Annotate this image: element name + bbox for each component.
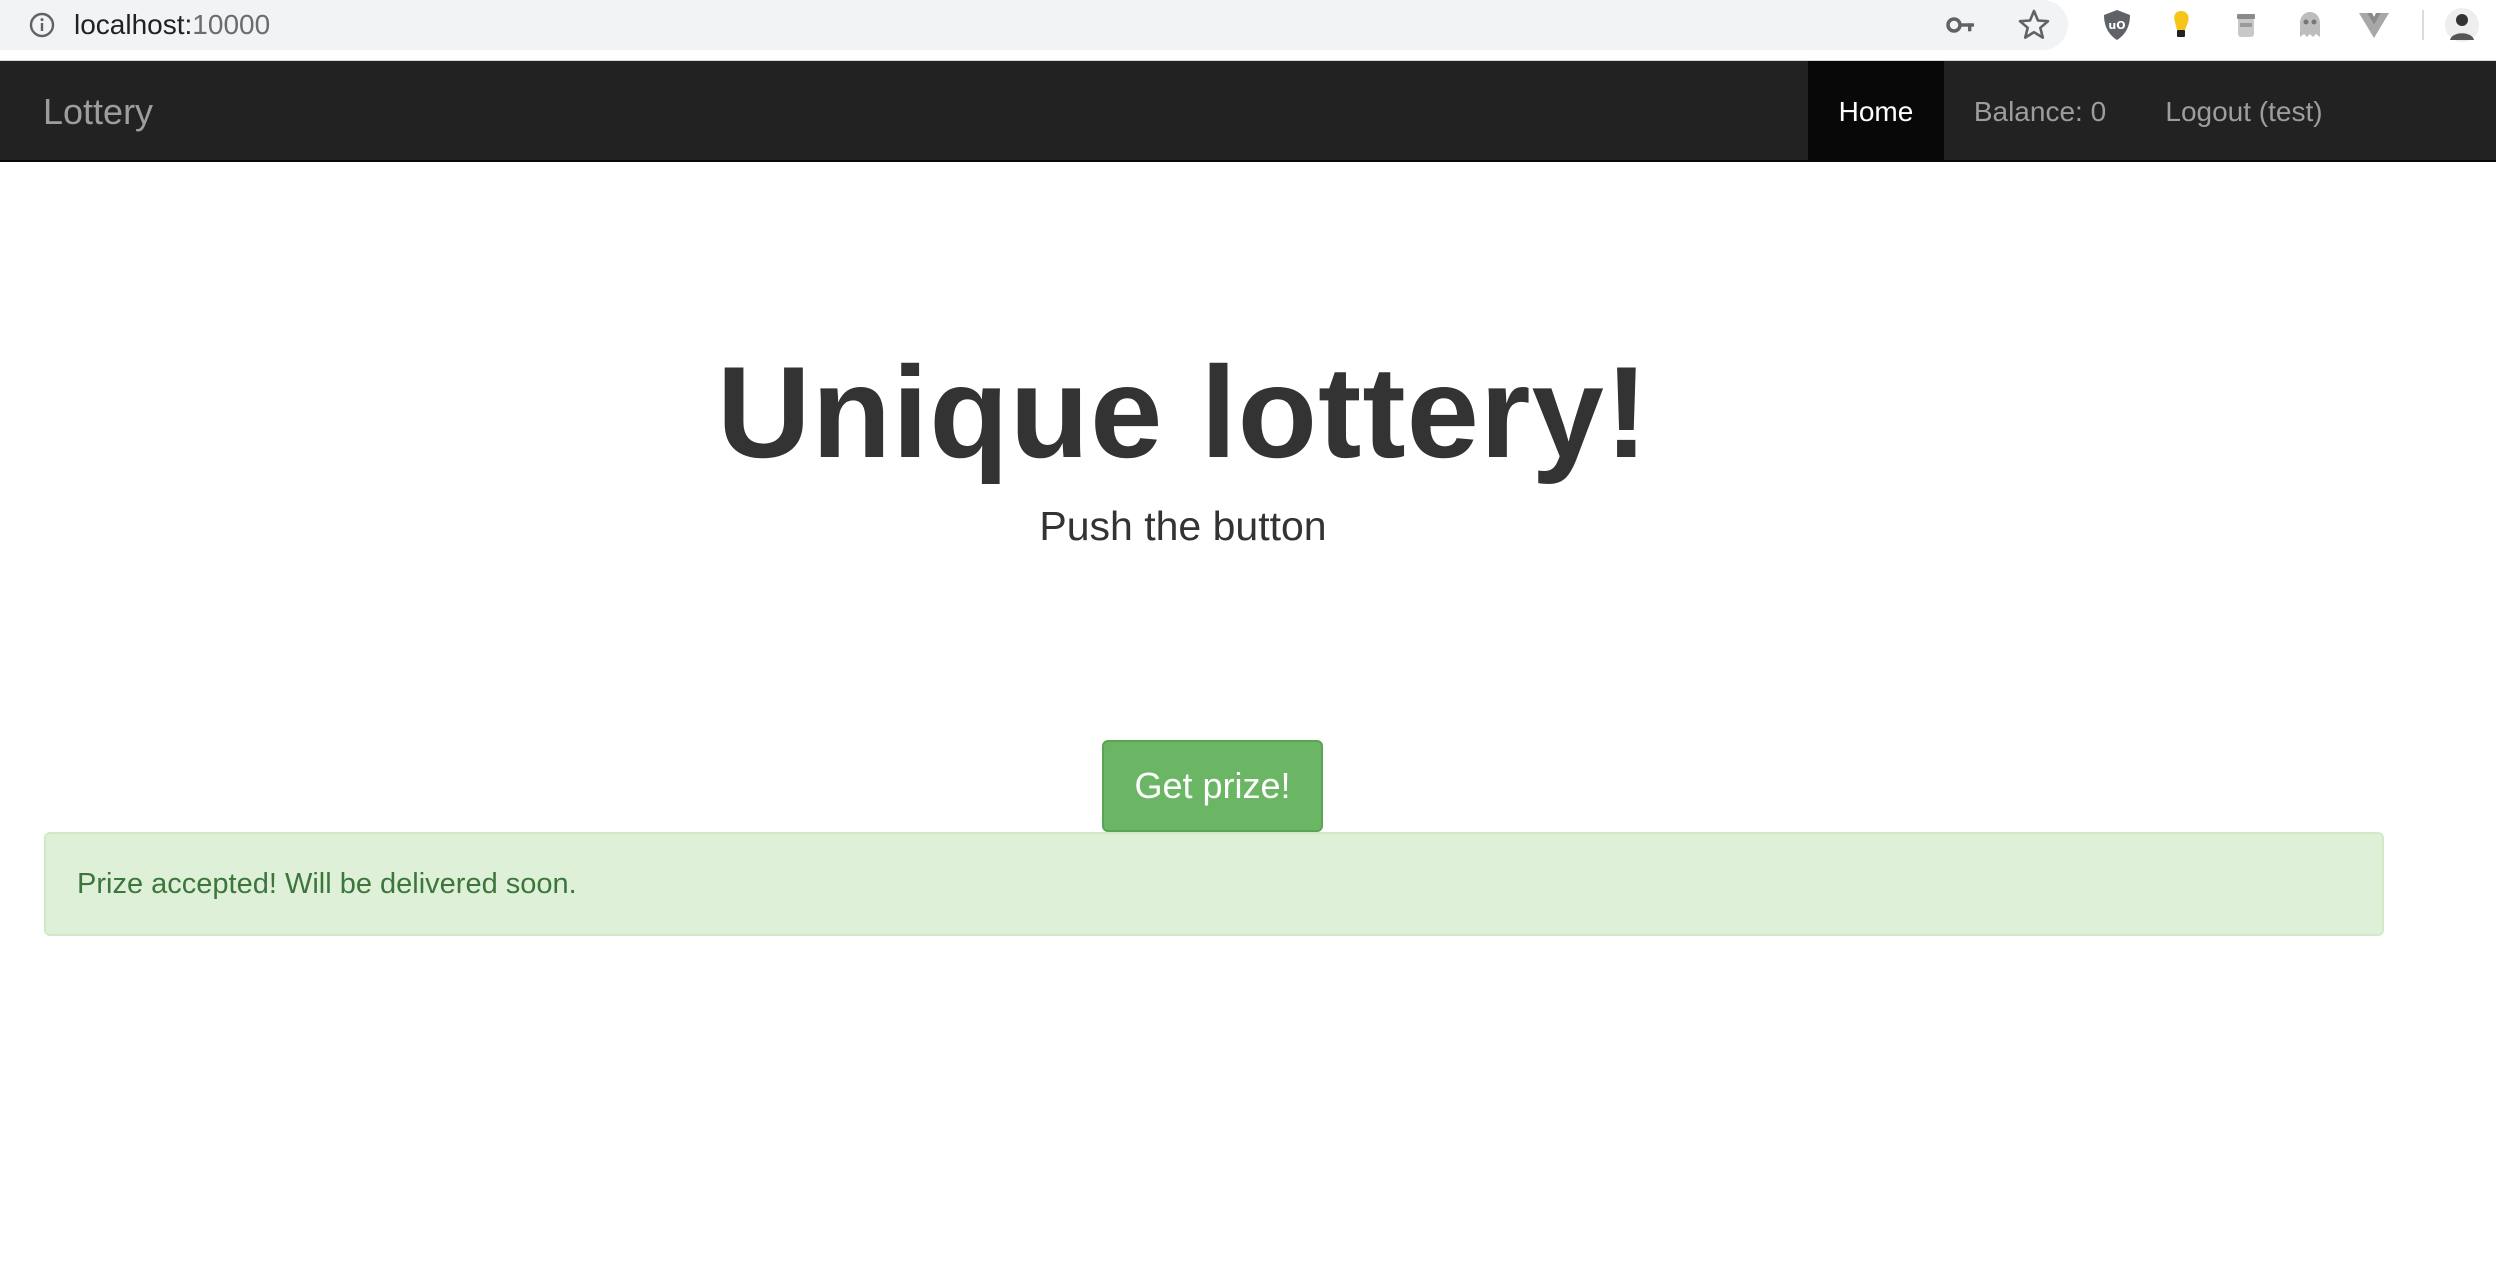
star-icon[interactable] <box>2017 8 2051 42</box>
info-icon[interactable] <box>28 11 56 39</box>
address-bar[interactable]: localhost:10000 <box>0 0 2068 50</box>
key-icon[interactable] <box>1944 8 1978 42</box>
nav-item-logout[interactable]: Logout (test) <box>2136 61 2352 162</box>
url-host: localhost: <box>74 9 193 40</box>
nav-item-home[interactable]: Home <box>1808 61 1944 162</box>
nav-item-balance[interactable]: Balance: 0 <box>1944 61 2136 162</box>
navbar: Lottery Home Balance: 0 Logout (test) <box>0 61 2496 162</box>
jar-icon[interactable] <box>2228 7 2264 43</box>
browser-toolbar: localhost:10000 uO <box>0 0 2496 61</box>
lightbulb-icon[interactable] <box>2163 7 2199 43</box>
page-title: Unique lottery! <box>716 339 1650 485</box>
alert-message: Prize accepted! Will be delivered soon. <box>77 868 577 900</box>
profile-avatar-icon[interactable] <box>2444 7 2480 43</box>
get-prize-button[interactable]: Get prize! <box>1102 740 1323 832</box>
vue-devtools-icon[interactable] <box>2356 7 2392 43</box>
ublock-shield-icon[interactable]: uO <box>2099 7 2135 43</box>
navbar-brand[interactable]: Lottery <box>43 61 153 162</box>
url-text[interactable]: localhost:10000 <box>74 8 270 42</box>
toolbar-divider <box>2422 10 2424 40</box>
ghost-icon[interactable] <box>2292 7 2328 43</box>
success-alert: Prize accepted! Will be delivered soon. <box>44 832 2384 936</box>
url-port: 10000 <box>192 9 271 40</box>
svg-text:uO: uO <box>2108 19 2125 32</box>
page-subtitle: Push the button <box>1039 503 1327 549</box>
